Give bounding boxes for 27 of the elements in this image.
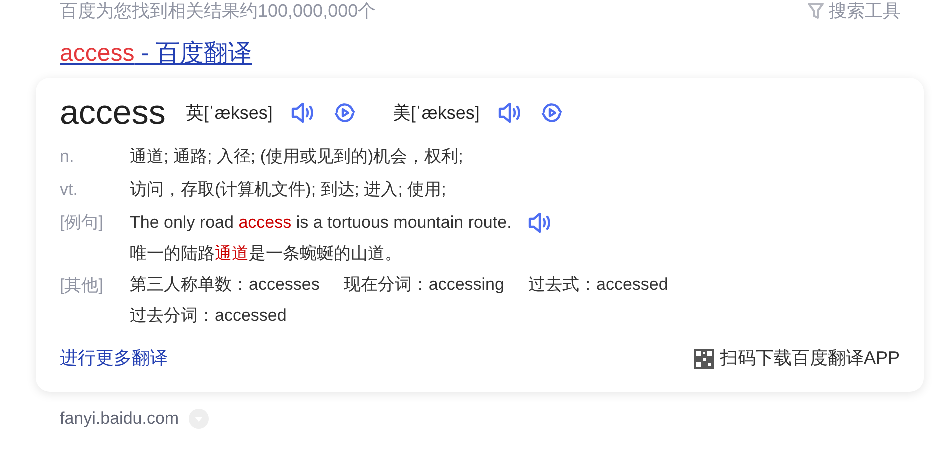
- word-form: 过去分词：accessed: [130, 305, 287, 327]
- speaker-icon[interactable]: [528, 212, 552, 234]
- headword: access: [60, 93, 166, 134]
- example-label: [例句]: [60, 212, 104, 234]
- more-translations-link[interactable]: 进行更多翻译: [60, 345, 168, 372]
- download-app-link[interactable]: 扫码下载百度翻译APP: [694, 345, 900, 372]
- forms-label: [其他]: [60, 275, 104, 297]
- definition-text: 通道; 通路; 入径; (使用或见到的)机会，权利;: [130, 146, 464, 168]
- pronunciation: 英[ˈækses]: [186, 102, 273, 125]
- example-translation: 唯一的陆路通道是一条蜿蜒的山道。: [130, 243, 403, 265]
- word-form: 过去式：accessed: [528, 274, 668, 296]
- result-title-link[interactable]: access - 百度翻译: [60, 40, 252, 67]
- example-sentence: The only road access is a tortuous mountain route.: [130, 212, 512, 234]
- pronunciation: 美[ˈækses]: [392, 102, 480, 125]
- word-form: 第三人称单数：accesses: [130, 274, 320, 296]
- word-form: 现在分词：accessing: [344, 274, 504, 296]
- result-count: 百度为您找到相关结果约100,000,000个: [60, 1, 376, 21]
- replay-icon[interactable]: [540, 101, 564, 125]
- speaker-icon[interactable]: [498, 102, 522, 124]
- filter-icon: [807, 2, 825, 20]
- qr-code-icon: [694, 348, 714, 368]
- part-of-speech: n.: [60, 146, 76, 168]
- replay-icon[interactable]: [332, 101, 357, 125]
- speaker-icon[interactable]: [290, 102, 315, 124]
- source-url: fanyi.baidu.com: [60, 408, 180, 430]
- definition-text: 访问，存取(计算机文件); 到达; 进入; 使用;: [130, 179, 446, 201]
- part-of-speech: vt.: [60, 179, 79, 201]
